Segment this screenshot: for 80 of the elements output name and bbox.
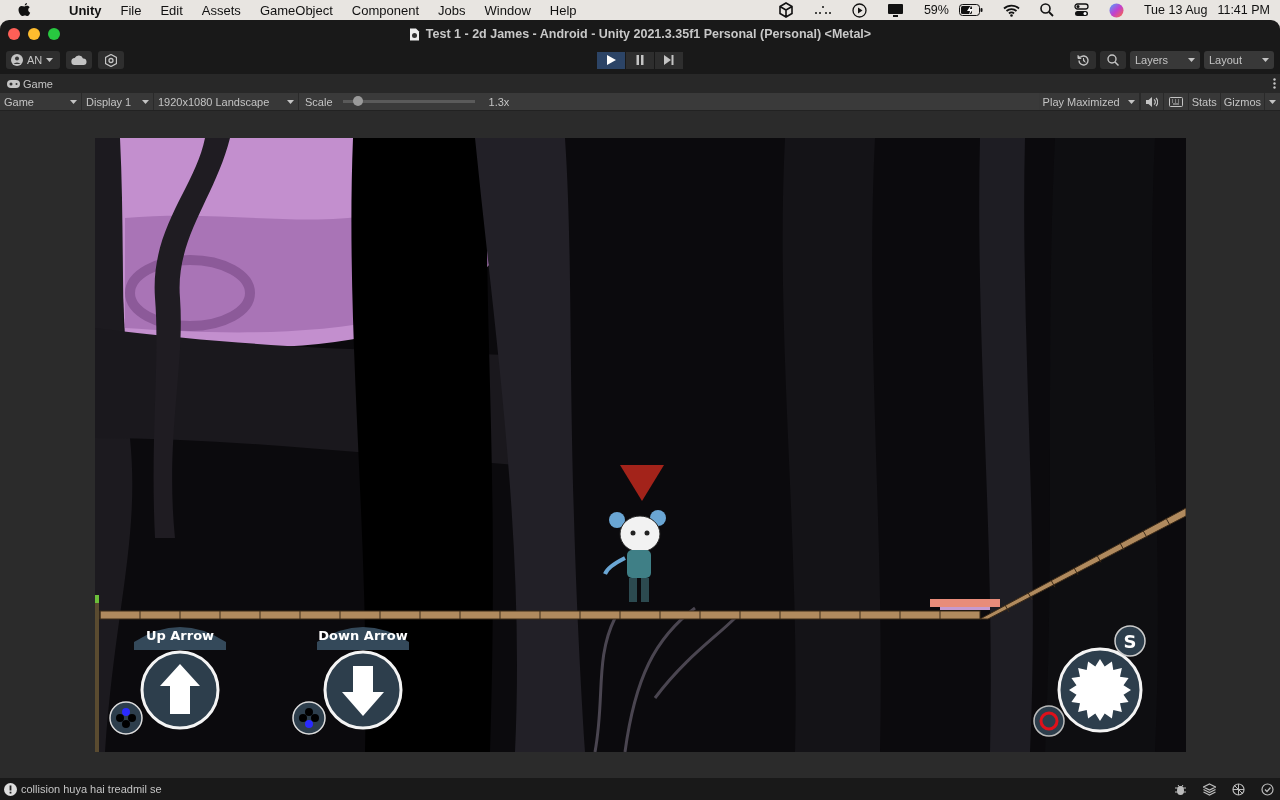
play-circle-icon[interactable] (851, 2, 867, 18)
speaker-icon (1145, 96, 1158, 107)
marker-triangle-icon (620, 464, 664, 501)
close-button[interactable] (8, 28, 20, 40)
apple-icon[interactable] (18, 2, 31, 18)
game-tab[interactable]: Game (7, 77, 53, 90)
menu-item[interactable]: Component (351, 2, 420, 18)
step-button[interactable] (655, 51, 683, 69)
toggles-icon[interactable] (1073, 3, 1089, 17)
menu-item[interactable]: Help (549, 2, 577, 18)
check-circle-icon[interactable] (1261, 782, 1274, 796)
layout-dropdown[interactable]: Layout (1204, 51, 1274, 69)
console-message[interactable]: collision huya hai treadmil se (21, 783, 162, 795)
play-button[interactable] (597, 51, 625, 69)
menu-date[interactable]: Tue 13 Aug (1143, 3, 1208, 17)
button-label: Down Arrow (317, 626, 409, 650)
menu-app-name[interactable]: Unity (69, 2, 102, 18)
dpad-icon (292, 700, 326, 735)
menu-item[interactable]: Edit (160, 2, 183, 18)
wifi-icon[interactable] (1002, 3, 1020, 17)
history-button[interactable] (1070, 51, 1096, 69)
menu-item[interactable]: Assets (201, 2, 241, 18)
menu-item[interactable]: Jobs (438, 2, 466, 18)
caret-icon (287, 99, 294, 104)
dpad-icon (109, 700, 143, 735)
caret-icon (1262, 58, 1269, 62)
scale-slider-thumb[interactable] (353, 96, 364, 106)
button-label: Up Arrow (134, 626, 226, 650)
caret-icon (46, 58, 54, 62)
minimize-button[interactable] (28, 28, 40, 40)
play-icon (606, 55, 616, 65)
layers-dropdown[interactable]: Layers (1130, 51, 1200, 69)
monitor-icon[interactable] (886, 2, 904, 18)
network-icon[interactable] (1232, 782, 1245, 796)
scale-label: Scale (305, 95, 333, 108)
gamepad-icon (7, 79, 20, 88)
ring-icon[interactable] (1033, 704, 1065, 737)
window-title: Test 1 - 2d James - Android - Unity 2021.3.35f1 Personal (Personal) <Metal> (425, 27, 872, 41)
history-icon (1076, 53, 1090, 67)
dots-icon[interactable] (813, 5, 832, 15)
caret-icon (70, 99, 77, 104)
search-button[interactable] (1100, 51, 1126, 69)
settings-button[interactable] (98, 51, 124, 69)
battery-percent: 59% (923, 3, 949, 17)
pause-icon (635, 55, 645, 65)
search-icon[interactable] (1039, 3, 1054, 17)
zoom-button[interactable] (48, 28, 60, 40)
cloud-icon (71, 55, 87, 65)
menu-item[interactable]: Window (484, 2, 531, 18)
cube-icon[interactable] (777, 2, 794, 18)
keyboard-icon (1168, 96, 1183, 107)
orb-icon[interactable] (1108, 2, 1124, 18)
document-icon (408, 27, 420, 41)
caret-icon (142, 99, 149, 104)
scale-value: 1.3x (488, 95, 510, 108)
bug-icon[interactable] (1174, 782, 1187, 796)
search-icon (1107, 54, 1119, 66)
stats-button[interactable]: Stats (1187, 93, 1220, 110)
menu-time[interactable]: 11:41 PM (1217, 3, 1270, 17)
menu-item[interactable]: File (120, 2, 142, 18)
up-arrow-button[interactable] (140, 650, 220, 729)
cloud-button[interactable] (66, 51, 92, 69)
down-arrow-button[interactable] (323, 650, 403, 729)
user-icon (11, 54, 23, 66)
account-dropdown[interactable]: AN (6, 51, 60, 69)
stack-icon[interactable] (1203, 782, 1216, 796)
pause-button[interactable] (626, 51, 654, 69)
gizmos-button[interactable]: Gizmos (1219, 93, 1264, 110)
skill-key-label: S (1123, 630, 1137, 652)
saw-blade-button[interactable] (1057, 647, 1143, 732)
caret-icon (1188, 58, 1195, 62)
menu-item[interactable]: GameObject (259, 2, 333, 18)
skill-badge[interactable] (1114, 624, 1146, 657)
caret-icon (1127, 99, 1135, 104)
caret-icon (1269, 99, 1276, 104)
more-icon[interactable] (1273, 78, 1276, 89)
battery-icon[interactable] (958, 4, 983, 16)
settings-icon (105, 53, 117, 67)
warning-icon (4, 782, 17, 796)
step-icon (664, 55, 674, 65)
